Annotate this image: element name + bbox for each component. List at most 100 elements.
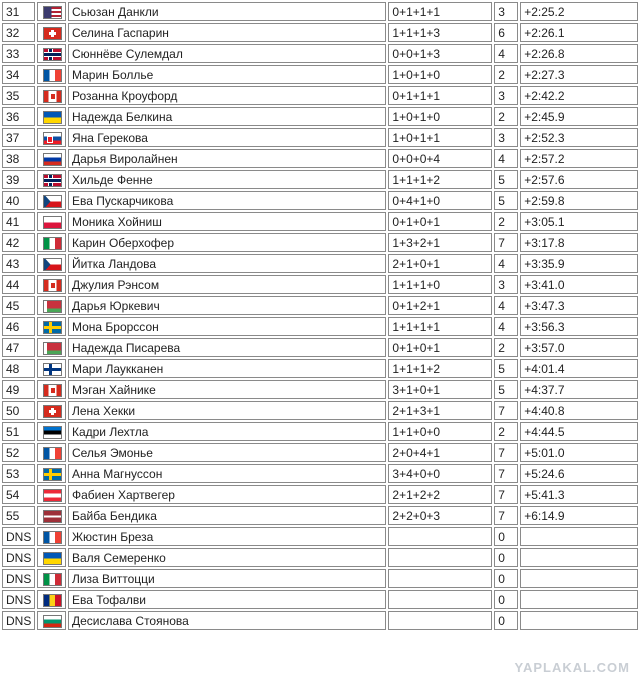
athlete-name-cell: Сюннёве Сулемдал bbox=[67, 44, 387, 63]
country-flag-icon bbox=[43, 299, 63, 313]
rank-cell: DNS bbox=[2, 569, 35, 588]
table-row: DNS Жюстин Бреза 0 bbox=[2, 527, 638, 546]
rank-cell: 32 bbox=[2, 23, 35, 42]
flag-cell bbox=[36, 107, 66, 126]
penalties-cell: 3 bbox=[494, 86, 519, 105]
country-flag-icon bbox=[43, 236, 63, 250]
table-row: 43 Йитка Ландова 2+1+0+1 4 +3:35.9 bbox=[2, 254, 638, 273]
country-flag-icon bbox=[43, 194, 63, 208]
country-flag-icon bbox=[43, 446, 63, 460]
flag-cell bbox=[36, 317, 66, 336]
country-flag-icon bbox=[43, 425, 63, 439]
country-flag-icon bbox=[43, 5, 63, 19]
athlete-name-cell: Лиза Виттоцци bbox=[67, 569, 387, 588]
rank-cell: 45 bbox=[2, 296, 35, 315]
athlete-name-cell: Розанна Кроуфорд bbox=[67, 86, 387, 105]
penalties-cell: 3 bbox=[494, 275, 519, 294]
shooting-cell: 2+1+2+2 bbox=[388, 485, 493, 504]
table-row: 32 Селина Гаспарин 1+1+1+3 6 +2:26.1 bbox=[2, 23, 638, 42]
flag-cell bbox=[36, 296, 66, 315]
table-row: DNS Десислава Стоянова 0 bbox=[2, 611, 638, 630]
flag-cell bbox=[36, 44, 66, 63]
time-behind-cell bbox=[520, 527, 638, 546]
athlete-name-cell: Ева Тофалви bbox=[67, 590, 387, 609]
flag-cell bbox=[36, 359, 66, 378]
flag-cell bbox=[36, 212, 66, 231]
time-behind-cell bbox=[520, 611, 638, 630]
rank-cell: 50 bbox=[2, 401, 35, 420]
time-behind-cell: +5:01.0 bbox=[520, 443, 638, 462]
penalties-cell: 7 bbox=[494, 233, 519, 252]
penalties-cell: 5 bbox=[494, 191, 519, 210]
time-behind-cell: +3:41.0 bbox=[520, 275, 638, 294]
rank-cell: 42 bbox=[2, 233, 35, 252]
country-flag-icon bbox=[43, 488, 63, 502]
country-flag-icon bbox=[43, 173, 63, 187]
shooting-cell: 0+1+0+1 bbox=[388, 212, 493, 231]
penalties-cell: 2 bbox=[494, 65, 519, 84]
time-behind-cell: +5:41.3 bbox=[520, 485, 638, 504]
athlete-name-cell: Мона Брорссон bbox=[67, 317, 387, 336]
country-flag-icon bbox=[43, 509, 63, 523]
table-row: 49 Мэган Хайнике 3+1+0+1 5 +4:37.7 bbox=[2, 380, 638, 399]
athlete-name-cell: Байба Бендика bbox=[67, 506, 387, 525]
penalties-cell: 5 bbox=[494, 170, 519, 189]
table-row: 50 Лена Хекки 2+1+3+1 7 +4:40.8 bbox=[2, 401, 638, 420]
flag-cell bbox=[36, 443, 66, 462]
shooting-cell: 0+0+1+3 bbox=[388, 44, 493, 63]
site-watermark: YAPLAKAL.COM bbox=[514, 660, 630, 675]
shooting-cell: 1+1+1+2 bbox=[388, 170, 493, 189]
time-behind-cell: +2:26.8 bbox=[520, 44, 638, 63]
rank-cell: 49 bbox=[2, 380, 35, 399]
rank-cell: 31 bbox=[2, 2, 35, 21]
athlete-name-cell: Дарья Юркевич bbox=[67, 296, 387, 315]
shooting-cell: 0+1+1+1 bbox=[388, 86, 493, 105]
table-row: 54 Фабиен Хартвегер 2+1+2+2 7 +5:41.3 bbox=[2, 485, 638, 504]
country-flag-icon bbox=[43, 572, 63, 586]
shooting-cell: 1+3+2+1 bbox=[388, 233, 493, 252]
results-table: 31 Сьюзан Данкли 0+1+1+1 3 +2:25.2 32 Селина Г… bbox=[0, 0, 640, 632]
table-row: 34 Марин Боллье 1+0+1+0 2 +2:27.3 bbox=[2, 65, 638, 84]
penalties-cell: 7 bbox=[494, 464, 519, 483]
time-behind-cell: +3:57.0 bbox=[520, 338, 638, 357]
flag-cell bbox=[36, 170, 66, 189]
shooting-cell: 0+1+0+1 bbox=[388, 338, 493, 357]
flag-cell bbox=[36, 65, 66, 84]
rank-cell: 52 bbox=[2, 443, 35, 462]
table-row: 51 Кадри Лехтла 1+1+0+0 2 +4:44.5 bbox=[2, 422, 638, 441]
time-behind-cell: +2:45.9 bbox=[520, 107, 638, 126]
table-row: 48 Мари Лаукканен 1+1+1+2 5 +4:01.4 bbox=[2, 359, 638, 378]
rank-cell: 36 bbox=[2, 107, 35, 126]
athlete-name-cell: Кадри Лехтла bbox=[67, 422, 387, 441]
shooting-cell: 1+1+1+1 bbox=[388, 317, 493, 336]
country-flag-icon bbox=[43, 362, 63, 376]
flag-cell bbox=[36, 149, 66, 168]
time-behind-cell: +3:35.9 bbox=[520, 254, 638, 273]
penalties-cell: 0 bbox=[494, 548, 519, 567]
table-row: 35 Розанна Кроуфорд 0+1+1+1 3 +2:42.2 bbox=[2, 86, 638, 105]
shooting-cell: 1+1+0+0 bbox=[388, 422, 493, 441]
time-behind-cell: +3:05.1 bbox=[520, 212, 638, 231]
rank-cell: 44 bbox=[2, 275, 35, 294]
shooting-cell bbox=[388, 548, 493, 567]
shooting-cell: 1+1+1+2 bbox=[388, 359, 493, 378]
table-row: DNS Лиза Виттоцци 0 bbox=[2, 569, 638, 588]
rank-cell: 38 bbox=[2, 149, 35, 168]
athlete-name-cell: Фабиен Хартвегер bbox=[67, 485, 387, 504]
country-flag-icon bbox=[43, 341, 63, 355]
shooting-cell: 2+0+4+1 bbox=[388, 443, 493, 462]
time-behind-cell: +4:44.5 bbox=[520, 422, 638, 441]
table-row: 31 Сьюзан Данкли 0+1+1+1 3 +2:25.2 bbox=[2, 2, 638, 21]
athlete-name-cell: Десислава Стоянова bbox=[67, 611, 387, 630]
rank-cell: 41 bbox=[2, 212, 35, 231]
flag-cell bbox=[36, 338, 66, 357]
flag-cell bbox=[36, 422, 66, 441]
country-flag-icon bbox=[43, 593, 63, 607]
rank-cell: 34 bbox=[2, 65, 35, 84]
penalties-cell: 5 bbox=[494, 359, 519, 378]
table-row: 41 Моника Хойниш 0+1+0+1 2 +3:05.1 bbox=[2, 212, 638, 231]
athlete-name-cell: Жюстин Бреза bbox=[67, 527, 387, 546]
shooting-cell: 3+1+0+1 bbox=[388, 380, 493, 399]
penalties-cell: 7 bbox=[494, 506, 519, 525]
table-row: 55 Байба Бендика 2+2+0+3 7 +6:14.9 bbox=[2, 506, 638, 525]
